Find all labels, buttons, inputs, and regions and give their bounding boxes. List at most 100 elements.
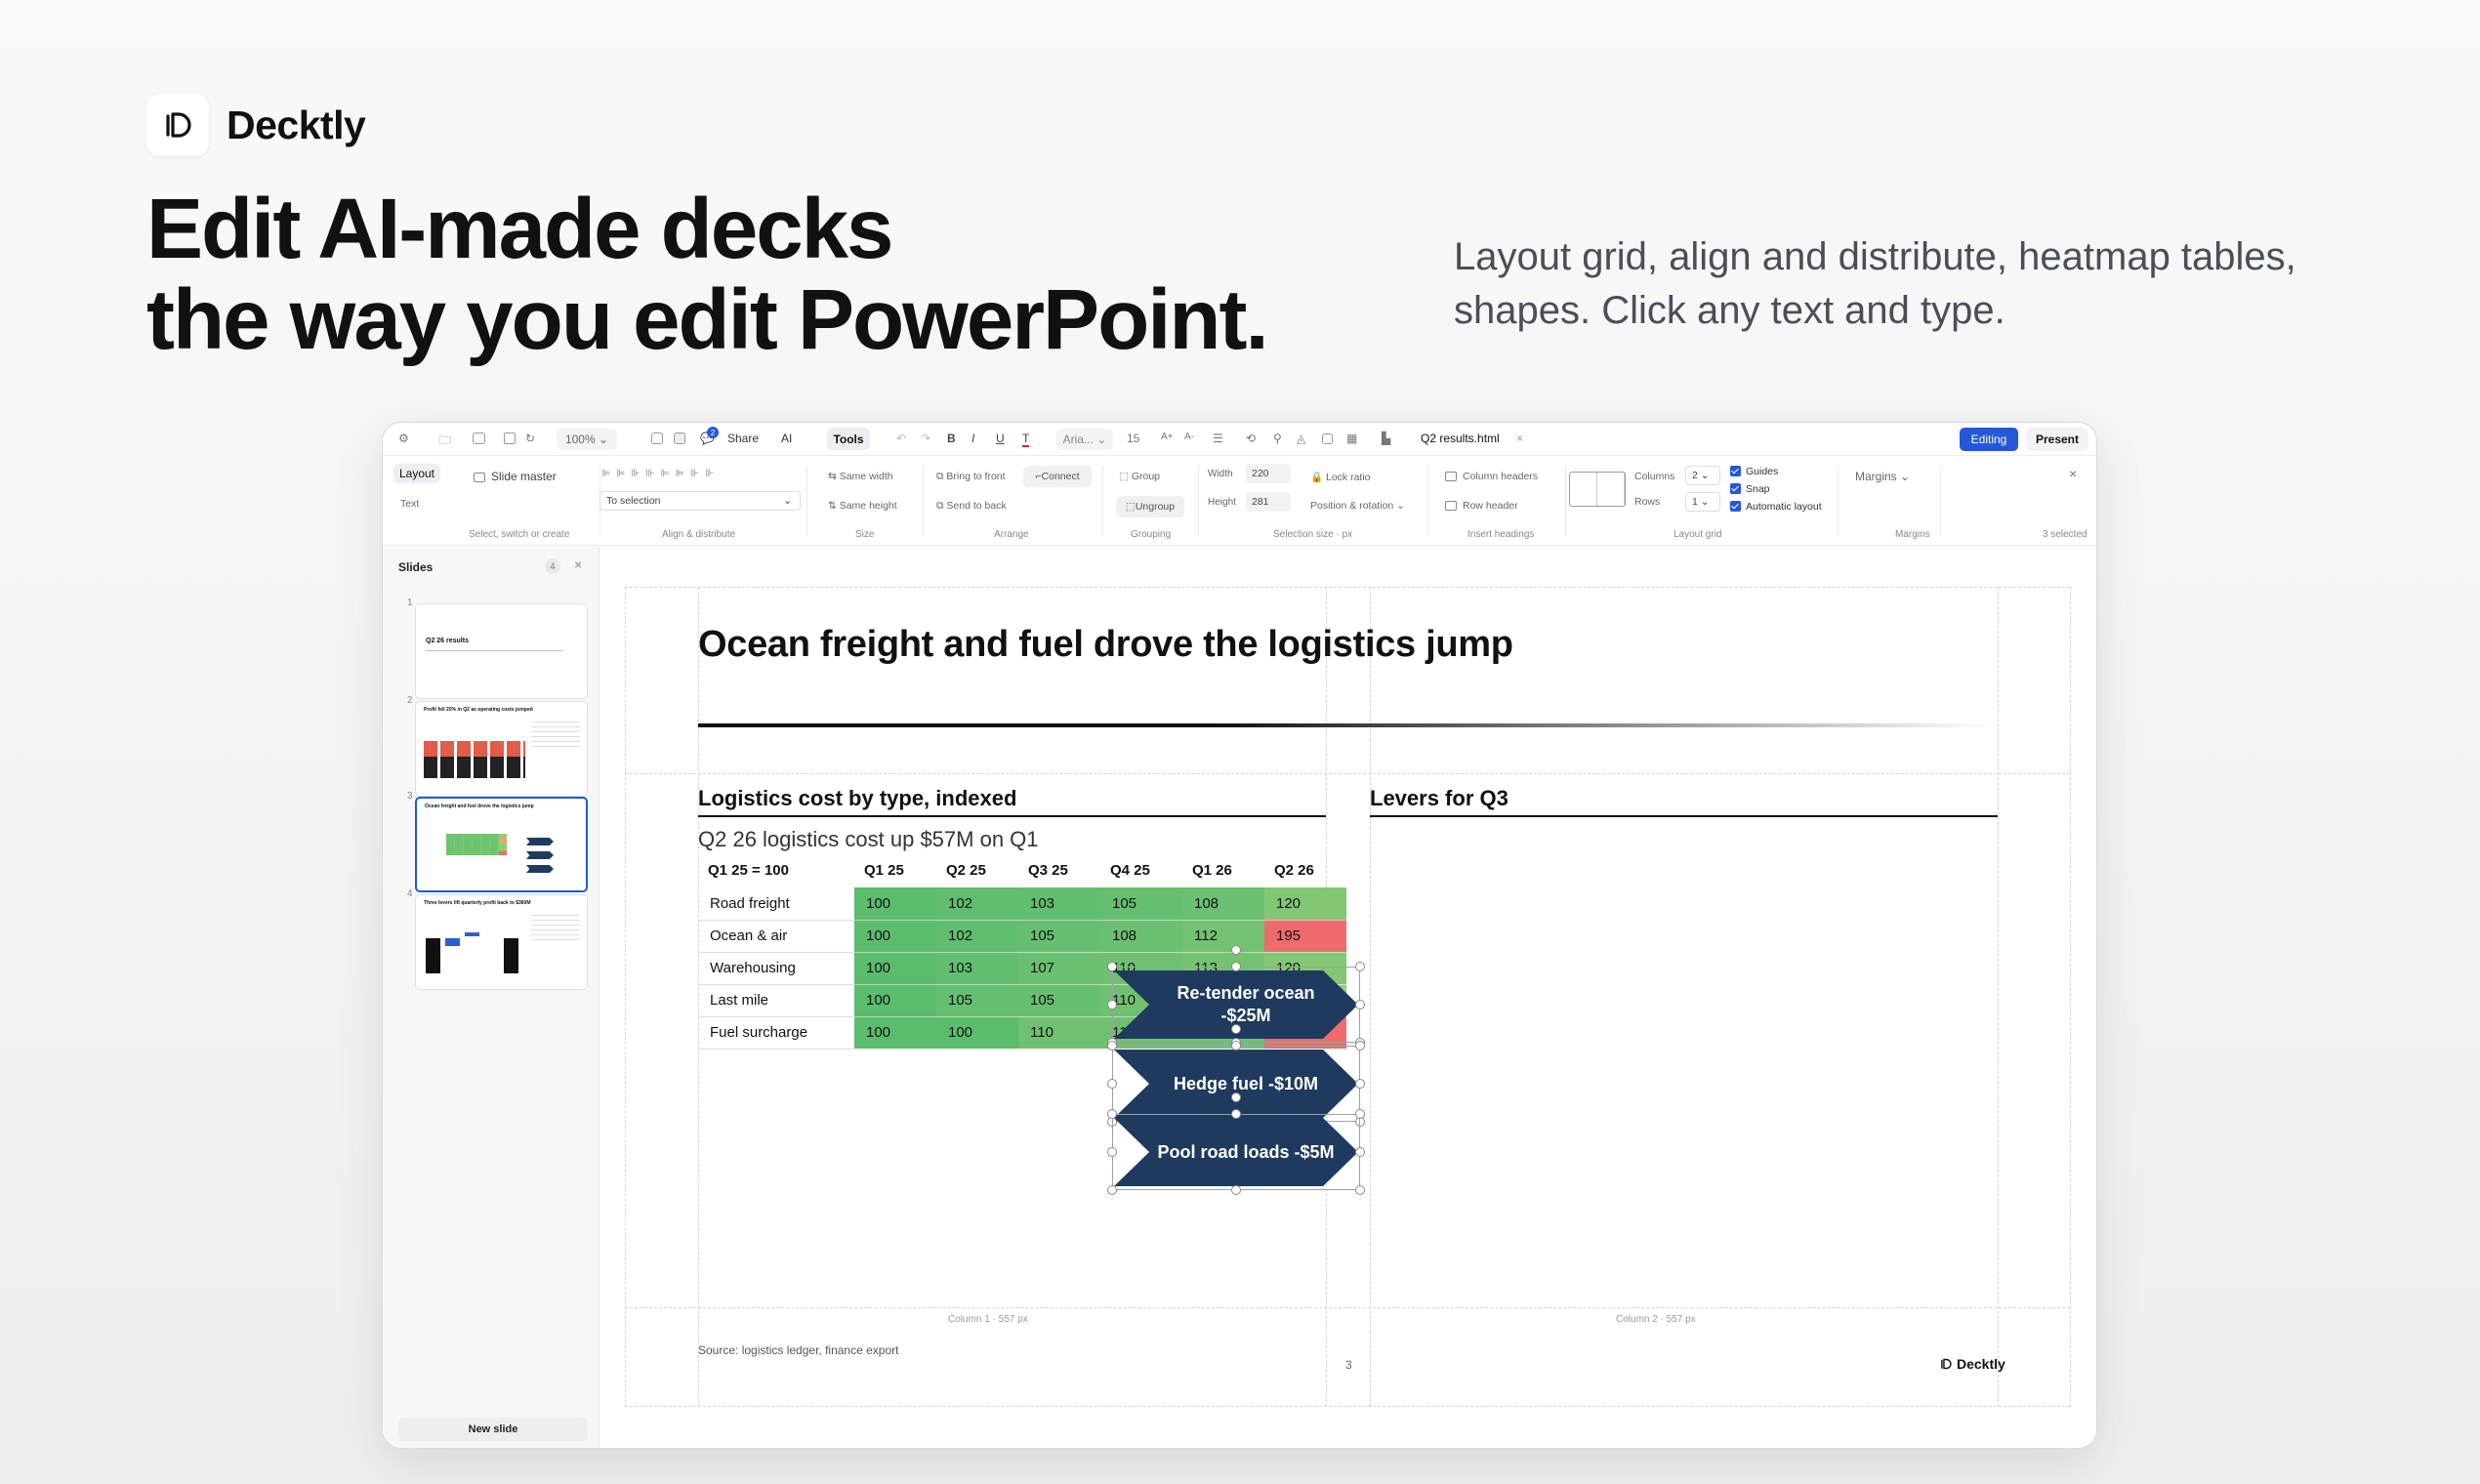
group-button[interactable]: ⬚ Group xyxy=(1119,471,1160,482)
bring-front-button[interactable]: ⧉ Bring to front xyxy=(936,471,1006,483)
heatmap-cell[interactable]: 100 xyxy=(854,984,936,1017)
slide-thumb-3[interactable]: Ocean freight and fuel drove the logisti… xyxy=(415,797,588,892)
panel-icon[interactable] xyxy=(651,433,663,444)
resize-handle[interactable] xyxy=(1107,1079,1117,1089)
present-button[interactable]: Present xyxy=(2026,428,2088,451)
table-corner-header[interactable]: Q1 25 = 100 xyxy=(698,852,854,887)
heatmap-cell[interactable]: 100 xyxy=(854,887,936,921)
table-column-header[interactable]: Q4 25 xyxy=(1100,852,1182,887)
heatmap-cell[interactable]: 105 xyxy=(1018,920,1100,953)
heatmap-cell[interactable]: 105 xyxy=(936,984,1018,1017)
same-width-button[interactable]: ⇆ Same width xyxy=(828,471,893,482)
row-label[interactable]: Warehousing xyxy=(698,952,854,985)
lock-ratio-button[interactable]: 🔒 Lock ratio xyxy=(1310,471,1371,483)
ribbon-tab-text[interactable]: Text xyxy=(400,498,419,510)
heatmap-cell[interactable]: 100 xyxy=(854,920,936,953)
left-subheading[interactable]: Q2 26 logistics cost up $57M on Q1 xyxy=(698,827,1039,852)
export-icon[interactable] xyxy=(504,433,516,444)
zoom-select[interactable]: 100% ⌄ xyxy=(557,429,617,450)
position-rotation-button[interactable]: Position & rotation ⌄ xyxy=(1310,500,1405,512)
heatmap-cell[interactable]: 120 xyxy=(1264,887,1346,921)
font-select[interactable]: Aria... ⌄ xyxy=(1056,429,1113,450)
refresh-icon[interactable]: ↻ xyxy=(525,432,535,445)
file-tab[interactable]: Q2 results.html xyxy=(1421,432,1500,445)
row-label[interactable]: Last mile xyxy=(698,984,854,1017)
list-icon[interactable]: ☰ xyxy=(1213,432,1223,445)
frame-icon[interactable] xyxy=(1322,433,1333,444)
italic-icon[interactable]: I xyxy=(971,432,974,445)
heatmap-cell[interactable]: 102 xyxy=(936,887,1018,921)
column-headers-button[interactable]: Column headers xyxy=(1445,471,1538,482)
width-input[interactable]: 220 xyxy=(1246,464,1291,483)
heatmap-cell[interactable]: 107 xyxy=(1018,952,1100,985)
heatmap-cell[interactable]: 102 xyxy=(936,920,1018,953)
close-ribbon-icon[interactable]: × xyxy=(2069,466,2077,481)
resize-handle[interactable] xyxy=(1231,962,1241,971)
heatmap-cell[interactable]: 100 xyxy=(854,952,936,985)
share-button[interactable]: Share xyxy=(727,432,759,445)
margins-select[interactable]: Margins ⌄ xyxy=(1855,470,1910,483)
heatmap-cell[interactable]: 112 xyxy=(1182,920,1264,953)
resize-handle[interactable] xyxy=(1107,1147,1117,1157)
fill-icon[interactable]: ◬ xyxy=(1297,432,1305,445)
resize-handle[interactable] xyxy=(1231,1185,1241,1195)
bold-icon[interactable]: B xyxy=(947,432,956,445)
slide-title[interactable]: Ocean freight and fuel drove the logisti… xyxy=(698,624,1513,666)
row-header-button[interactable]: Row header xyxy=(1445,500,1518,512)
height-input[interactable]: 281 xyxy=(1246,492,1291,512)
settings-icon[interactable]: ⚙ xyxy=(398,432,409,445)
rotate-handle[interactable] xyxy=(1231,1092,1241,1102)
heatmap-cell[interactable]: 108 xyxy=(1182,887,1264,921)
row-label[interactable]: Fuel surcharge xyxy=(698,1016,854,1050)
layout-grid-preview[interactable] xyxy=(1569,472,1626,507)
grow-font-icon[interactable]: A+ xyxy=(1161,432,1174,442)
heatmap-cell[interactable]: 105 xyxy=(1100,887,1182,921)
slide-master-button[interactable]: Slide master xyxy=(474,470,557,483)
rotate-handle[interactable] xyxy=(1231,945,1241,955)
snap-checkbox[interactable]: Snap xyxy=(1730,483,1770,495)
table-icon[interactable]: ▦ xyxy=(1346,432,1357,445)
heatmap-cell[interactable]: 195 xyxy=(1264,920,1346,953)
heatmap-cell[interactable]: 105 xyxy=(1018,984,1100,1017)
resize-handle[interactable] xyxy=(1107,1000,1117,1010)
guides-checkbox[interactable]: Guides xyxy=(1730,466,1778,477)
row-label[interactable]: Road freight xyxy=(698,887,854,921)
resize-handle[interactable] xyxy=(1231,1041,1241,1051)
redo-icon[interactable]: ↷ xyxy=(921,432,930,445)
lever-label[interactable]: Re-tender ocean -$25M xyxy=(1151,967,1341,1043)
row-label[interactable]: Ocean & air xyxy=(698,920,854,953)
auto-layout-checkbox[interactable]: Automatic layout xyxy=(1730,501,1822,513)
resize-handle[interactable] xyxy=(1107,1109,1117,1119)
new-slide-button[interactable]: New slide xyxy=(398,1418,588,1441)
save-icon[interactable] xyxy=(473,433,485,444)
right-heading[interactable]: Levers for Q3 xyxy=(1370,786,1509,811)
text-color-icon[interactable]: T xyxy=(1022,432,1030,447)
connect-button[interactable]: ⌐ Connect xyxy=(1023,466,1092,487)
lever-label[interactable]: Hedge fuel -$10M xyxy=(1151,1046,1341,1122)
resize-handle[interactable] xyxy=(1355,962,1365,971)
editing-button[interactable]: Editing xyxy=(1960,428,2018,451)
slide-thumb-1[interactable]: Q2 26 results xyxy=(415,603,588,699)
table-column-header[interactable]: Q3 25 xyxy=(1018,852,1100,887)
columns-select[interactable]: 2 ⌄ xyxy=(1685,466,1720,485)
undo-icon[interactable]: ↶ xyxy=(896,432,906,445)
lever-arrow-shape[interactable]: Pool road loads -$5M xyxy=(1107,1092,1365,1195)
slide-thumb-2[interactable]: Profit fell 20% in Q2 as operating costs… xyxy=(415,701,588,797)
rotate-handle[interactable] xyxy=(1231,1024,1241,1034)
table-column-header[interactable]: Q2 25 xyxy=(936,852,1018,887)
resize-handle[interactable] xyxy=(1355,1041,1365,1051)
table-column-header[interactable]: Q1 25 xyxy=(854,852,936,887)
heatmap-cell[interactable]: 108 xyxy=(1100,920,1182,953)
rows-select[interactable]: 1 ⌄ xyxy=(1685,492,1720,512)
left-heading[interactable]: Logistics cost by type, indexed xyxy=(698,786,1016,811)
same-height-button[interactable]: ⇅ Same height xyxy=(828,500,897,512)
resize-handle[interactable] xyxy=(1355,1147,1365,1157)
heatmap-cell[interactable]: 110 xyxy=(1018,1016,1100,1050)
resize-handle[interactable] xyxy=(1107,1041,1117,1051)
shrink-font-icon[interactable]: A- xyxy=(1184,432,1194,442)
resize-handle[interactable] xyxy=(1107,962,1117,971)
resize-handle[interactable] xyxy=(1355,1109,1365,1119)
table-column-header[interactable]: Q2 26 xyxy=(1264,852,1346,887)
table-column-header[interactable]: Q1 26 xyxy=(1182,852,1264,887)
close-file-icon[interactable]: × xyxy=(1516,432,1523,445)
